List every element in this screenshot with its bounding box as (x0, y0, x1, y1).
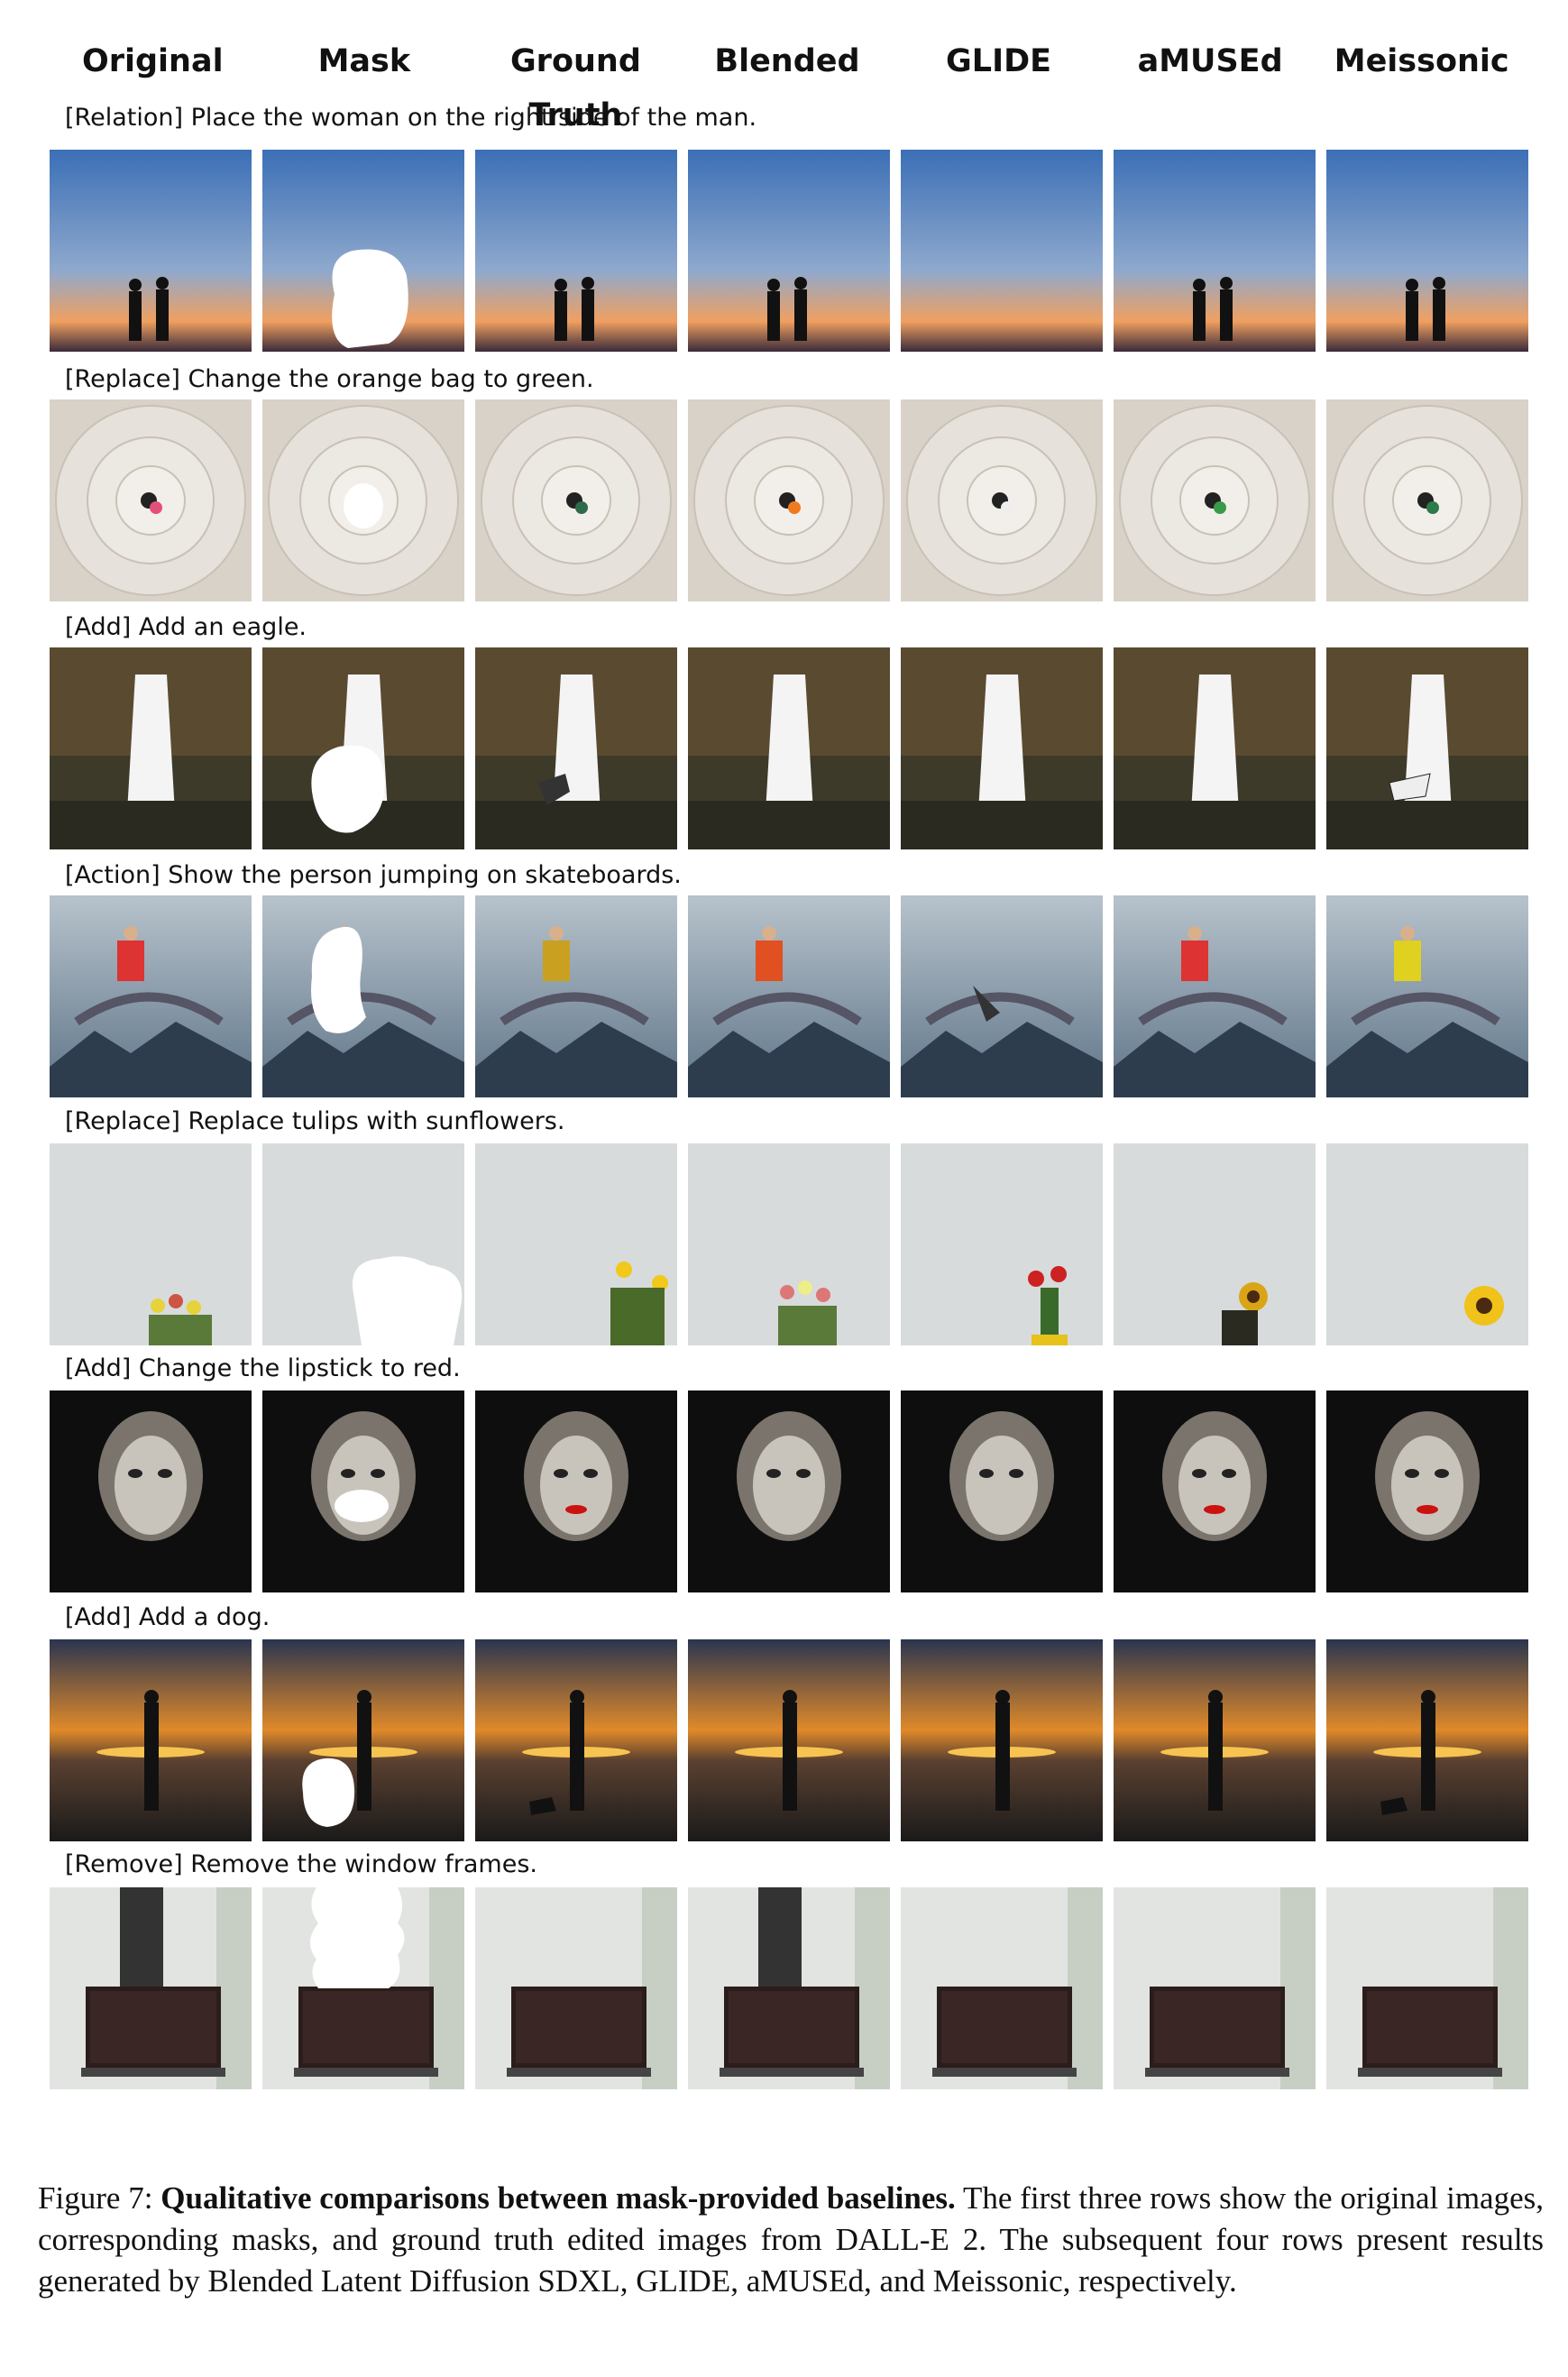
image-original (50, 895, 252, 1097)
image-mask (262, 1639, 464, 1841)
image-meissonic (1326, 647, 1528, 849)
image-ground-truth (475, 150, 677, 352)
image-amused (1114, 1639, 1316, 1841)
image-meissonic (1326, 399, 1528, 601)
image-ground-truth (475, 1887, 677, 2089)
image-blended (688, 895, 890, 1097)
row-instruction: [Action] Show the person jumping on skat… (65, 861, 682, 889)
column-header-amused: aMUSEd (1137, 43, 1283, 79)
image-glide (901, 895, 1103, 1097)
image-blended (688, 1887, 890, 2089)
image-meissonic (1326, 150, 1528, 352)
image-ground-truth (475, 1143, 677, 1345)
image-amused (1114, 1887, 1316, 2089)
image-amused (1114, 1143, 1316, 1345)
figure-label: Figure 7: (38, 2180, 161, 2216)
image-glide (901, 150, 1103, 352)
image-original (50, 1639, 252, 1841)
image-blended (688, 647, 890, 849)
image-ground-truth (475, 1390, 677, 1592)
image-glide (901, 1887, 1103, 2089)
image-amused (1114, 399, 1316, 601)
column-header-meissonic: Meissonic (1334, 43, 1509, 79)
row-instruction: [Add] Add a dog. (65, 1603, 271, 1631)
image-blended (688, 1639, 890, 1841)
image-mask (262, 399, 464, 601)
image-original (50, 150, 252, 352)
image-row (50, 1390, 1528, 1592)
image-original (50, 1887, 252, 2089)
image-glide (901, 399, 1103, 601)
image-blended (688, 150, 890, 352)
image-glide (901, 1143, 1103, 1345)
image-ground-truth (475, 895, 677, 1097)
image-meissonic (1326, 1390, 1528, 1592)
image-ground-truth (475, 1639, 677, 1841)
image-mask (262, 647, 464, 849)
image-meissonic (1326, 1143, 1528, 1345)
image-amused (1114, 150, 1316, 352)
image-amused (1114, 647, 1316, 849)
row-instruction: [Relation] Place the woman on the right … (65, 104, 757, 132)
figure-title: Qualitative comparisons between mask-pro… (160, 2180, 956, 2216)
image-row (50, 1639, 1528, 1841)
image-mask (262, 150, 464, 352)
image-original (50, 647, 252, 849)
image-original (50, 1390, 252, 1592)
figure-caption: Figure 7: Qualitative comparisons betwee… (38, 2178, 1544, 2302)
row-instruction: [Replace] Replace tulips with sunflowers… (65, 1107, 565, 1135)
image-glide (901, 1390, 1103, 1592)
image-meissonic (1326, 1887, 1528, 2089)
image-amused (1114, 895, 1316, 1097)
row-instruction: [Add] Add an eagle. (65, 613, 307, 641)
image-glide (901, 647, 1103, 849)
image-amused (1114, 1390, 1316, 1592)
image-original (50, 1143, 252, 1345)
image-blended (688, 399, 890, 601)
column-header-glide: GLIDE (946, 43, 1052, 79)
image-meissonic (1326, 1639, 1528, 1841)
image-glide (901, 1639, 1103, 1841)
row-instruction: [Remove] Remove the window frames. (65, 1850, 537, 1878)
image-row (50, 150, 1528, 352)
row-instruction: [Replace] Change the orange bag to green… (65, 365, 594, 393)
image-mask (262, 1390, 464, 1592)
image-ground-truth (475, 399, 677, 601)
image-row (50, 1887, 1528, 2089)
image-row (50, 895, 1528, 1097)
image-row (50, 399, 1528, 601)
image-meissonic (1326, 895, 1528, 1097)
image-original (50, 399, 252, 601)
image-blended (688, 1143, 890, 1345)
image-ground-truth (475, 647, 677, 849)
image-mask (262, 1887, 464, 2089)
image-mask (262, 1143, 464, 1345)
image-mask (262, 895, 464, 1097)
row-instruction: [Add] Change the lipstick to red. (65, 1354, 461, 1382)
image-row (50, 647, 1528, 849)
image-row (50, 1143, 1528, 1345)
image-blended (688, 1390, 890, 1592)
column-headers: Original Mask Ground Truth Blended GLIDE… (47, 34, 1527, 133)
